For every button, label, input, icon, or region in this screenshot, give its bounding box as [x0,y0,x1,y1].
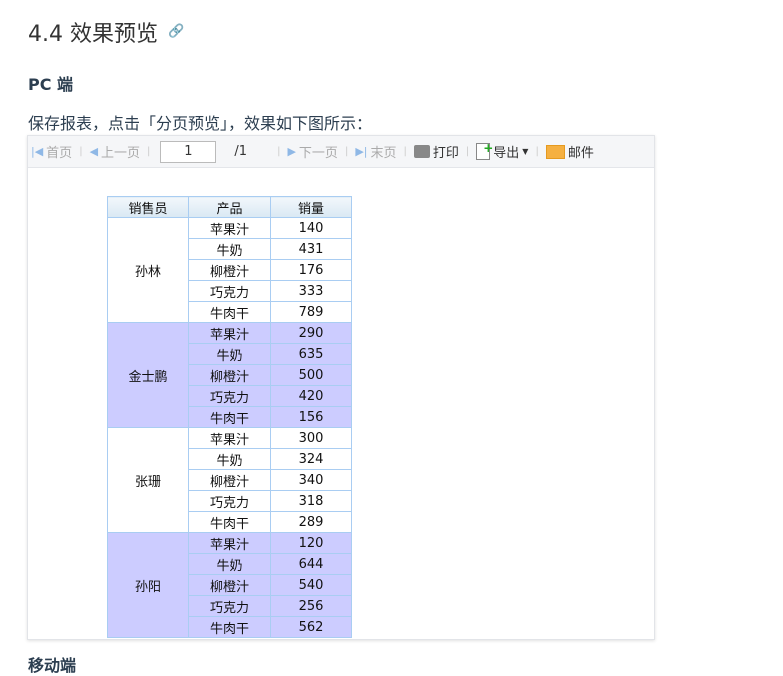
product-cell: 牛奶 [188,448,271,470]
product-cell: 巧克力 [188,385,271,407]
prev-page-button[interactable]: ◀ 上一页 [90,142,140,161]
table-row: 金士鹏 苹果汁 290 [107,322,352,428]
section-heading-pc: PC 端 [28,75,74,94]
sales-cell: 289 [270,511,352,533]
email-label: 邮件 [567,146,594,161]
total-pages: /1 [234,144,248,159]
prev-page-label: 上一页 [101,146,141,161]
first-page-button[interactable]: |◀ 首页 [31,142,72,161]
sales-cell: 431 [270,238,352,260]
table-row: 张珊 苹果汁 300 [107,427,352,533]
printer-icon [413,145,430,158]
product-cell: 柳橙汁 [188,574,271,596]
last-page-label: 末页 [370,146,397,161]
description-text: 保存报表，点击「分页预览」，效果如下图所示： [28,114,373,133]
product-cell: 柳橙汁 [188,259,271,281]
next-page-button[interactable]: ▶ 下一页 [287,142,337,161]
product-cell: 苹果汁 [188,427,271,449]
export-button[interactable]: + 导出 ▼ [476,142,528,161]
sales-cell: 300 [270,427,352,449]
sales-cell: 290 [270,322,352,344]
product-cell: 牛肉干 [188,511,271,533]
sales-table: 销售员 产品 销量 孙林 苹果汁 140 牛奶 431 柳橙汁 176 巧克力 333 牛肉干 78… [107,196,352,638]
product-cell: 柳橙汁 [188,364,271,386]
last-page-icon: ▶| [355,145,368,158]
product-cell: 巧克力 [188,595,271,617]
salesperson-cell: 孙阳 [107,532,189,638]
product-cell: 苹果汁 [188,217,271,239]
section-heading-mobile: 移动端 [28,656,77,675]
product-cell: 苹果汁 [188,532,271,554]
sales-cell: 156 [270,406,352,428]
sales-cell: 540 [270,574,352,596]
sales-cell: 789 [270,301,352,323]
product-cell: 牛奶 [188,238,271,260]
sales-cell: 500 [270,364,352,386]
page-title: 4.4 效果预览 [28,22,158,47]
export-label: 导出 [493,146,520,161]
header-sales: 销量 [270,196,352,218]
sales-cell: 120 [270,532,352,554]
page-number-input[interactable] [160,140,217,163]
product-cell: 巧克力 [188,280,271,302]
sales-cell: 176 [270,259,352,281]
first-page-label: 首页 [46,146,73,161]
prev-page-icon: ◀ [89,145,99,158]
header-salesperson: 销售员 [107,196,189,218]
mail-icon [545,144,565,159]
product-cell: 牛肉干 [188,301,271,323]
product-cell: 巧克力 [188,490,271,512]
print-button[interactable]: 打印 [413,142,459,161]
header-product: 产品 [188,196,271,218]
product-cell: 柳橙汁 [188,469,271,491]
product-cell: 牛肉干 [188,616,271,638]
product-cell: 牛奶 [188,343,271,365]
email-button[interactable]: 邮件 [545,142,594,161]
next-page-label: 下一页 [298,146,338,161]
preview-toolbar: |◀首页 | ◀上一页 | /1 | ▶下一页 | ▶|末页 | 打印 | +导… [28,136,654,168]
export-icon: + [476,142,493,160]
product-cell: 苹果汁 [188,322,271,344]
salesperson-cell: 张珊 [107,427,189,533]
table-row: 孙林 苹果汁 140 [107,217,352,323]
sales-cell: 333 [270,280,352,302]
sales-cell: 635 [270,343,352,365]
sales-cell: 318 [270,490,352,512]
first-page-icon: |◀ [31,145,44,158]
table-row: 孙阳 苹果汁 120 [107,532,352,638]
sales-cell: 644 [270,553,352,575]
sales-cell: 256 [270,595,352,617]
salesperson-cell: 金士鹏 [107,322,189,428]
sales-cell: 562 [270,616,352,638]
dropdown-caret-icon: ▼ [522,147,529,156]
sales-cell: 324 [270,448,352,470]
salesperson-cell: 孙林 [107,217,189,323]
report-preview: |◀首页 | ◀上一页 | /1 | ▶下一页 | ▶|末页 | 打印 | +导… [27,135,655,640]
sales-cell: 140 [270,217,352,239]
sales-cell: 340 [270,469,352,491]
last-page-button[interactable]: ▶| 末页 [355,142,396,161]
product-cell: 牛肉干 [188,406,271,428]
anchor-link-icon[interactable]: 🔗 [168,24,184,39]
sales-cell: 420 [270,385,352,407]
print-label: 打印 [432,146,459,161]
next-page-icon: ▶ [287,145,296,158]
product-cell: 牛奶 [188,553,271,575]
